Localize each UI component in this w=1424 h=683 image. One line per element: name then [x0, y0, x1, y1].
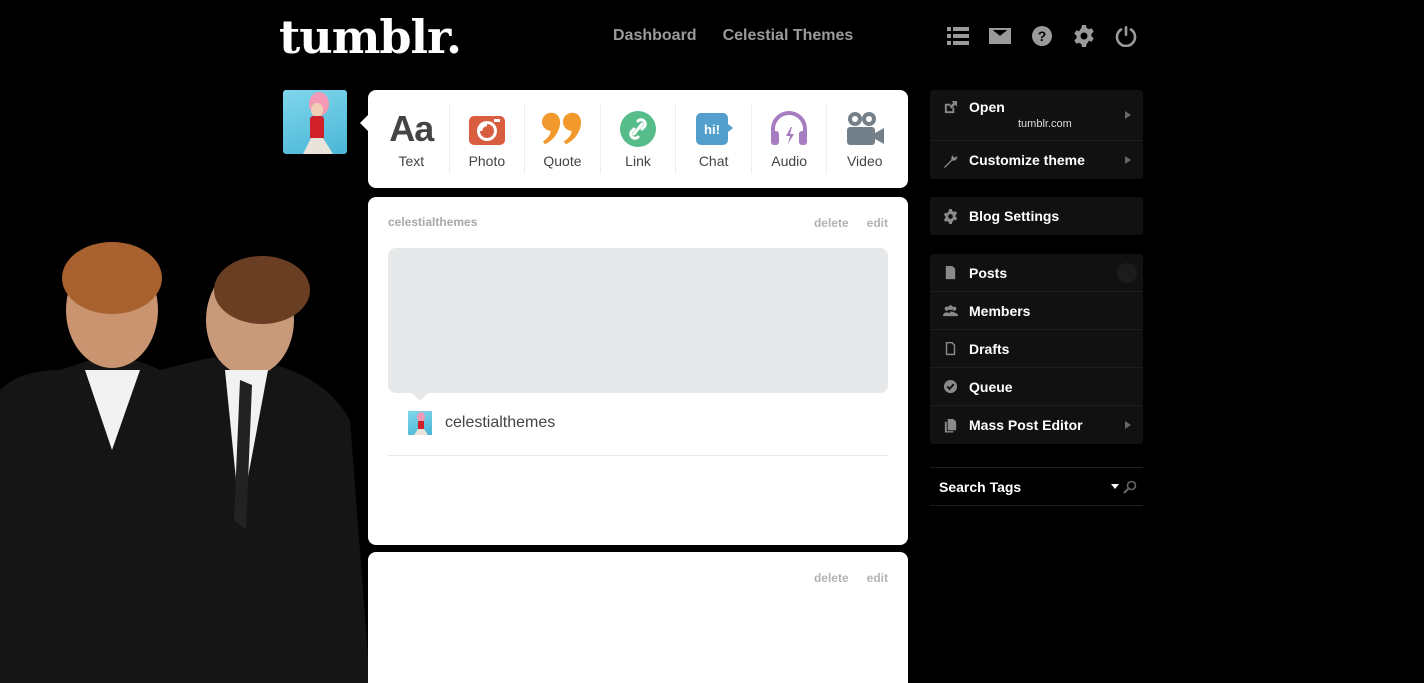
- chevron-right-icon: [1125, 421, 1131, 429]
- post-card: celestialthemes delete edit celestialthe…: [368, 197, 908, 545]
- source-avatar: [408, 411, 432, 435]
- sidebar-item-label: Blog Settings: [969, 208, 1060, 224]
- power-icon[interactable]: [1114, 24, 1138, 48]
- sidebar-item-posts[interactable]: Posts: [930, 254, 1143, 292]
- post-type-text[interactable]: Aa Text: [374, 104, 450, 174]
- svg-text:?: ?: [1038, 28, 1047, 44]
- top-icons: ?: [946, 24, 1138, 48]
- post-divider: [388, 455, 888, 456]
- draft-icon: [942, 341, 958, 357]
- nav-dashboard[interactable]: Dashboard: [613, 27, 697, 45]
- source-blog-name[interactable]: celestialthemes: [445, 414, 555, 432]
- post-type-label: Chat: [698, 153, 729, 169]
- blog-url: tumblr.com: [1018, 118, 1072, 130]
- sidebar-item-label: Members: [969, 302, 1031, 319]
- sidebar-item-mass-post-editor[interactable]: Mass Post Editor: [930, 406, 1143, 444]
- quote-icon: [542, 109, 582, 149]
- wrench-icon: [942, 152, 958, 168]
- sidebar-item-blog-settings[interactable]: Blog Settings: [930, 197, 1143, 235]
- delete-button[interactable]: delete: [814, 216, 849, 230]
- post-type-audio[interactable]: Audio: [752, 104, 828, 174]
- posts-count-badge: [1117, 262, 1137, 283]
- dropdown-arrow-icon[interactable]: [1111, 484, 1119, 489]
- sidebar-item-label: Drafts: [969, 340, 1010, 357]
- edit-button[interactable]: edit: [867, 571, 888, 585]
- sidebar-content-menu: Posts Members Drafts Queue Mass Post Edi…: [930, 254, 1143, 444]
- search-icon[interactable]: [1123, 480, 1137, 494]
- headphones-icon: [769, 109, 809, 149]
- post-type-label: Photo: [468, 153, 506, 169]
- link-icon: [618, 109, 658, 149]
- search-tags[interactable]: Search Tags: [930, 467, 1143, 506]
- chevron-right-icon: [1125, 111, 1131, 119]
- gear-icon[interactable]: [1072, 24, 1096, 48]
- sidebar-settings-menu: Blog Settings: [930, 197, 1143, 235]
- post-type-label: Text: [398, 153, 425, 169]
- post-type-link[interactable]: Link: [601, 104, 677, 174]
- sidebar-item-label: Open: [969, 99, 1005, 115]
- sidebar-item-open[interactable]: Open tumblr.com: [930, 90, 1143, 141]
- quote-box-tail: [412, 393, 428, 401]
- blog-avatar[interactable]: [283, 90, 347, 154]
- post-actions: delete edit: [814, 216, 888, 230]
- sidebar-item-drafts[interactable]: Drafts: [930, 330, 1143, 368]
- external-link-icon: [942, 99, 958, 115]
- documents-icon: [942, 417, 958, 433]
- avatar-pointer: [360, 115, 368, 131]
- sidebar-item-label: Mass Post Editor: [969, 417, 1083, 433]
- chat-icon: hi!: [694, 109, 734, 149]
- background-photo: [0, 220, 370, 683]
- post-type-label: Video: [846, 153, 883, 169]
- nav-celestial-themes[interactable]: Celestial Themes: [723, 27, 854, 45]
- search-tags-label: Search Tags: [939, 478, 1022, 495]
- gear-icon: [942, 208, 958, 224]
- help-icon[interactable]: ?: [1030, 24, 1054, 48]
- post-type-video[interactable]: Video: [827, 104, 902, 174]
- members-icon: [942, 303, 958, 319]
- tumblr-logo[interactable]: tumblr.: [279, 10, 462, 64]
- post-type-bar: Aa Text Photo Quote Link hi! Chat Audio: [368, 90, 908, 188]
- quote-content-box: [388, 248, 888, 393]
- document-icon: [942, 265, 958, 281]
- text-icon: Aa: [389, 108, 434, 149]
- sidebar-item-label: Customize theme: [969, 152, 1085, 168]
- post-card: delete edit: [368, 552, 908, 683]
- sidebar-item-queue[interactable]: Queue: [930, 368, 1143, 406]
- post-type-photo[interactable]: Photo: [450, 104, 526, 174]
- svg-text:hi!: hi!: [704, 122, 720, 137]
- top-nav: Dashboard Celestial Themes: [613, 27, 853, 45]
- post-blog-name[interactable]: celestialthemes: [388, 215, 477, 229]
- camera-icon: [467, 109, 507, 149]
- mail-icon[interactable]: [988, 24, 1012, 48]
- edit-button[interactable]: edit: [867, 216, 888, 230]
- sidebar-blog-menu: Open tumblr.com Customize theme: [930, 90, 1143, 179]
- post-type-quote[interactable]: Quote: [525, 104, 601, 174]
- sidebar-item-members[interactable]: Members: [930, 292, 1143, 330]
- sidebar-item-label: Queue: [969, 378, 1013, 395]
- list-icon[interactable]: [946, 24, 970, 48]
- post-type-label: Link: [625, 153, 651, 169]
- video-camera-icon: [845, 109, 885, 149]
- delete-button[interactable]: delete: [814, 571, 849, 585]
- sidebar-item-label: Posts: [969, 264, 1008, 281]
- check-circle-icon: [942, 379, 958, 395]
- post-type-label: Audio: [771, 153, 808, 169]
- post-type-chat[interactable]: hi! Chat: [676, 104, 752, 174]
- post-actions: delete edit: [814, 571, 888, 585]
- chevron-right-icon: [1125, 156, 1131, 164]
- post-type-label: Quote: [543, 153, 582, 169]
- sidebar-item-customize-theme[interactable]: Customize theme: [930, 141, 1143, 179]
- post-source[interactable]: celestialthemes: [408, 411, 555, 435]
